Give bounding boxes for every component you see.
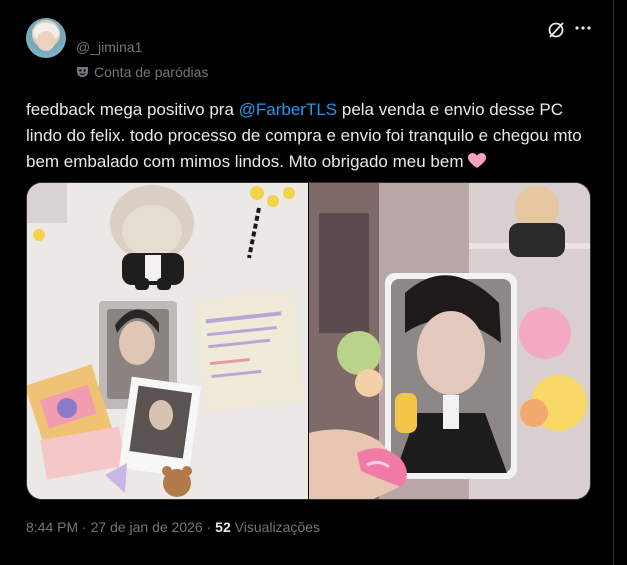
parody-label: Conta de paródias: [94, 64, 209, 80]
views-label: Visualizações: [230, 519, 320, 535]
avatar-face: [37, 31, 55, 51]
grok-icon[interactable]: [546, 20, 566, 40]
tweet-text-before: feedback mega positivo pra: [26, 100, 239, 119]
photo-left[interactable]: [27, 183, 308, 499]
views-count: 52: [215, 519, 231, 535]
meta-separator: ·: [78, 519, 91, 535]
pink-heart-icon: [468, 151, 487, 168]
media-grid[interactable]: [26, 182, 591, 500]
more-options-icon[interactable]: [574, 19, 592, 37]
parody-badge: Conta de paródias: [76, 64, 208, 80]
photo-right-scene: [309, 183, 590, 499]
photo-right[interactable]: [309, 183, 590, 499]
avatar[interactable]: [26, 18, 66, 58]
theater-mask-icon: [76, 66, 89, 78]
photo-left-scene: [27, 183, 308, 499]
tweet-date[interactable]: 27 de jan de 2026: [91, 519, 203, 535]
meta-separator-2: ·: [202, 519, 216, 535]
scrollbar[interactable]: [616, 0, 627, 565]
user-handle[interactable]: @_jimina1: [76, 39, 142, 55]
tweet-text: feedback mega positivo pra @FarberTLS pe…: [26, 97, 596, 175]
tweet-timestamp: 8:44 PM · 27 de jan de 2026 · 52 Visuali…: [26, 519, 320, 535]
tweet-card: @_jimina1 Conta de paródias feedback meg…: [0, 0, 614, 565]
tweet-time[interactable]: 8:44 PM: [26, 519, 78, 535]
mention-link[interactable]: @FarberTLS: [239, 100, 338, 119]
